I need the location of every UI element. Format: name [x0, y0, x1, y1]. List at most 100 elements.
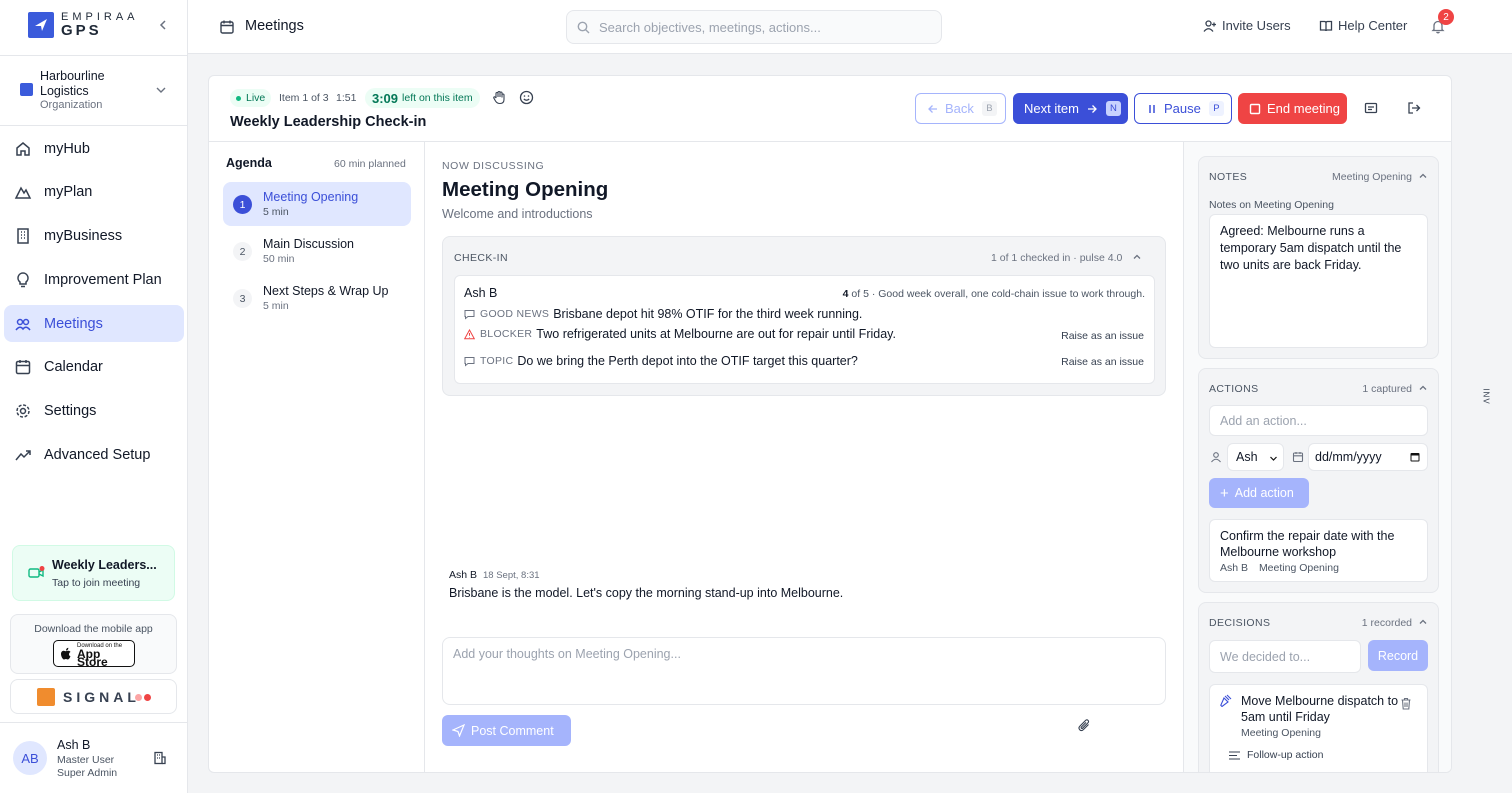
video-icon: [28, 566, 46, 580]
chevron-up-icon[interactable]: [1131, 251, 1143, 263]
action-title: Confirm the repair date with the Melbour…: [1220, 529, 1395, 559]
time-left-label: left on this item: [402, 92, 473, 104]
invite-users-button[interactable]: Invite Users: [1203, 18, 1291, 33]
next-item-button[interactable]: Next item N: [1013, 93, 1128, 124]
pause-button[interactable]: Pause P: [1134, 93, 1232, 124]
chevron-down-icon: [155, 84, 167, 96]
chevron-up-icon[interactable]: [1417, 382, 1429, 394]
back-shortcut: B: [981, 101, 997, 116]
avatar: AB: [13, 741, 47, 775]
user-role: Master User: [57, 754, 115, 766]
trash-icon[interactable]: [1400, 697, 1412, 710]
back-button[interactable]: Back B: [915, 93, 1006, 124]
agenda-item-name: Main Discussion: [263, 237, 355, 251]
app-store-badge[interactable]: Download on the App Store: [53, 640, 135, 668]
agenda-item-name: Meeting Opening: [263, 190, 359, 204]
actions-meta: 1 captured: [1362, 383, 1412, 395]
exit-icon[interactable]: [1407, 101, 1421, 115]
organization-switcher[interactable]: Harbourline Logistics Organization: [0, 55, 187, 126]
chevron-up-icon[interactable]: [1417, 170, 1429, 182]
nav-item-label: myBusiness: [44, 228, 123, 245]
action-card[interactable]: Confirm the repair date with the Melbour…: [1209, 519, 1428, 582]
record-decision-button[interactable]: Record: [1368, 640, 1428, 671]
signal-logo-icon: [37, 688, 55, 706]
book-icon: [1319, 19, 1338, 33]
nav-item-mybusiness[interactable]: myBusiness: [4, 218, 184, 255]
join-meeting-card[interactable]: Weekly Leaders... Tap to join meeting: [12, 545, 175, 601]
switch-organization-icon[interactable]: [153, 751, 167, 765]
organization-type: Organization: [40, 99, 103, 111]
next-item-shortcut: N: [1105, 101, 1121, 116]
discussion-panel: NOW DISCUSSING Meeting Opening Welcome a…: [426, 142, 1183, 772]
notes-textarea[interactable]: Agreed: Melbourne runs a temporary 5am d…: [1209, 214, 1428, 348]
nav-item-meetings[interactable]: Meetings: [4, 305, 184, 343]
user-name: Ash B: [57, 738, 91, 752]
nav-item-label: myHub: [44, 140, 90, 157]
nav-item-label: Settings: [44, 403, 97, 420]
checkin-text: Brisbane depot hit 98% OTIF for the thir…: [553, 307, 863, 321]
notification-badge: 2: [1438, 9, 1454, 25]
page-title: Meetings: [245, 18, 304, 34]
due-date-input[interactable]: dd/mm/yyyy: [1308, 443, 1428, 471]
decision-card[interactable]: Move Melbourne dispatch to 5am until Fri…: [1209, 684, 1428, 772]
brand-logo[interactable]: EMPIRAA GPS: [28, 12, 139, 38]
post-comment-button[interactable]: Post Comment: [442, 715, 571, 746]
pause-shortcut: P: [1208, 101, 1224, 116]
list-icon: [1229, 750, 1240, 760]
notes-panel: NOTES Meeting Opening Notes on Meeting O…: [1198, 156, 1439, 359]
checkin-label: CHECK-IN: [454, 252, 508, 264]
chevron-up-icon[interactable]: [1417, 616, 1429, 628]
sidebar: EMPIRAA GPS Harbourline Logistics Organi…: [0, 0, 188, 793]
nav-item-settings[interactable]: Settings: [4, 393, 184, 430]
agenda-item[interactable]: 2 Main Discussion 50 min: [223, 229, 411, 273]
nav-item-label: myPlan: [44, 184, 93, 201]
paperclip-icon[interactable]: [1077, 718, 1091, 732]
checkin-tag: BLOCKER: [480, 328, 533, 340]
help-center-button[interactable]: Help Center: [1319, 18, 1407, 33]
raise-hand-icon[interactable]: [492, 90, 507, 105]
decisions-meta: 1 recorded: [1361, 617, 1412, 629]
nav-item-improvement-plan[interactable]: Improvement Plan: [4, 261, 184, 298]
decision-item: Meeting Opening: [1241, 727, 1321, 739]
organization-name: Harbourline Logistics: [40, 69, 105, 98]
edge-widget-tab[interactable]: INV: [1482, 376, 1496, 416]
post-comment-label: Post Comment: [471, 723, 554, 738]
search-input[interactable]: [599, 17, 929, 37]
collapse-sidebar-icon[interactable]: [156, 18, 170, 32]
decisions-panel: DECISIONS 1 recorded Record Move Melbour…: [1198, 602, 1439, 772]
topbar: Meetings Invite Users Help Center 2: [188, 0, 1512, 54]
agenda-item[interactable]: 3 Next Steps & Wrap Up 5 min: [223, 276, 411, 320]
reaction-icon[interactable]: [519, 90, 534, 105]
raise-issue-link[interactable]: Raise as an issue: [1061, 330, 1144, 342]
user-profile[interactable]: AB Ash B Master User Super Admin: [0, 722, 187, 793]
join-meeting-title: Weekly Leaders...: [52, 558, 157, 572]
gavel-icon: [1220, 694, 1233, 707]
calendar-icon: [219, 19, 235, 35]
signal-card[interactable]: SIGNAL: [10, 679, 177, 714]
end-meeting-button[interactable]: End meeting: [1238, 93, 1347, 124]
stop-icon: [1249, 103, 1261, 114]
add-action-input[interactable]: [1209, 405, 1428, 436]
add-action-button[interactable]: + Add action: [1209, 478, 1309, 508]
follow-up-action-link[interactable]: Follow-up action: [1228, 749, 1323, 761]
captions-icon[interactable]: [1364, 101, 1378, 115]
nav-item-advanced-setup[interactable]: Advanced Setup: [4, 437, 184, 474]
arrow-left-icon: [928, 104, 937, 113]
checkin-row: TOPIC Do we bring the Perth depot into t…: [464, 354, 1144, 368]
notes-label: NOTES: [1209, 171, 1248, 183]
checkin-score: 4 of 5 · Good week overall, one cold-cha…: [843, 288, 1145, 300]
decision-title: Move Melbourne dispatch to 5am until Fri…: [1241, 694, 1399, 724]
signal-status-dots: [135, 694, 153, 701]
nav-item-myplan[interactable]: myPlan: [4, 174, 184, 211]
decision-input[interactable]: [1209, 640, 1361, 673]
checkin-row: GOOD NEWS Brisbane depot hit 98% OTIF fo…: [464, 307, 1144, 321]
agenda-item-duration: 50 min: [263, 253, 295, 265]
logo-mark-icon: [28, 12, 54, 38]
assignee-select[interactable]: Ash: [1227, 443, 1284, 471]
nav-item-myhub[interactable]: myHub: [4, 130, 184, 167]
comment-input[interactable]: [442, 637, 1166, 705]
agenda-item[interactable]: 1 Meeting Opening 5 min: [223, 182, 411, 226]
nav-item-calendar[interactable]: Calendar: [4, 349, 184, 386]
raise-issue-link[interactable]: Raise as an issue: [1061, 356, 1144, 368]
meeting-room: Live Item 1 of 3 1:51 3:09 left on this …: [208, 75, 1452, 773]
